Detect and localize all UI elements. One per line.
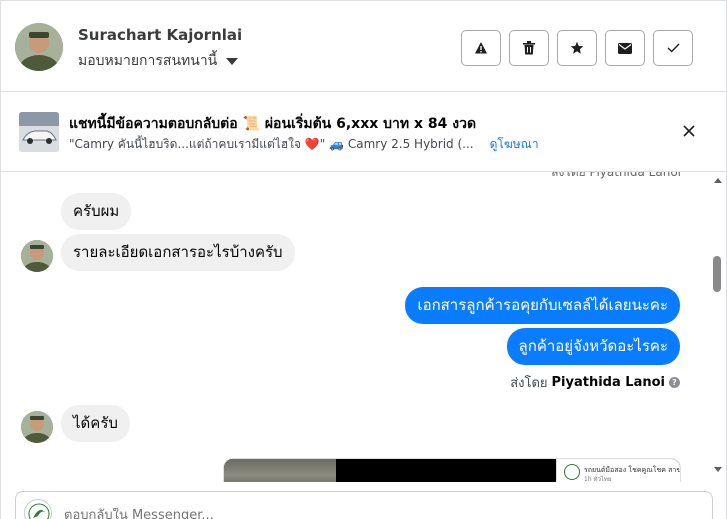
contact-name[interactable]: Surachart Kajornlai [78,26,242,44]
previous-sent-by-meta: ส่งโดย Piyathida Lanoi [551,172,681,179]
mark-unread-button[interactable] [605,30,645,66]
conversation-header: Surachart Kajornlai มอบหมายการสนทนานี้ [1,0,727,92]
media-caption-sub: 1h ทั่วไทย [584,476,612,482]
sent-by-meta: ส่งโดย Piyathida Lanoi ? [510,372,680,393]
conversation-actions [461,30,693,66]
warning-icon [475,42,487,54]
message-thread: ส่งโดย Piyathida Lanoi ครับผม รายละเอียด… [1,172,711,482]
report-button[interactable] [461,30,501,66]
caret-down-icon [226,57,239,65]
mark-done-button[interactable] [653,30,693,66]
delete-button[interactable] [509,30,549,66]
message-bubble-outgoing[interactable]: เอกสารลูกค้ารอคุยกับเซลล์ได้เลยนะคะ [405,287,680,324]
shared-media-attachment[interactable]: รถยนต์มือสอง โชคคูณโชค สาขา... 1h ทั่วไท… [223,458,681,482]
reply-composer [15,491,713,519]
star-button[interactable] [557,30,597,66]
assign-label: มอบหมายการสนทนานี้ [78,53,218,69]
contact-avatar-small [21,240,53,272]
message-input[interactable] [64,508,564,519]
thread-scrollbar[interactable] [709,172,726,482]
media-preview-image [224,459,336,482]
star-icon [570,41,584,54]
message-bubble[interactable]: ได้ครับ [61,405,130,442]
message-bubble[interactable]: รายละเอียดเอกสารอะไรบ้างครับ [61,234,295,271]
message-bubble-outgoing[interactable]: ลูกค้าอยู่จังหวัดอะไรคะ [506,328,680,365]
ad-title: แชทนี้มีข้อความตอบกลับต่อ 📜 ผ่อนเริ่มต้น… [69,116,477,132]
scrollbar-thumb[interactable] [713,256,721,292]
sent-by-name: Piyathida Lanoi [551,375,665,390]
scroll-down-arrow-icon[interactable] [714,467,722,472]
media-source-panel: รถยนต์มือสอง โชคคูณโชค สาขา... 1h ทั่วไท… [556,459,680,482]
close-icon [683,125,695,137]
ad-context-banner: แชทนี้มีข้อความตอบกลับต่อ 📜 ผ่อนเริ่มต้น… [1,92,727,172]
sent-by-prefix: ส่งโดย [510,376,548,391]
ad-subtitle-row: "Camry คันนี้ไฮบริด...แต่ถ้าคบเรามีแต่ไฮ… [69,135,539,154]
scroll-up-arrow-icon[interactable] [714,178,722,183]
trash-icon [523,41,535,55]
checkmark-icon [667,43,680,53]
envelope-icon [618,42,632,54]
page-logo-icon [564,464,580,480]
contact-avatar[interactable] [15,23,63,71]
message-bubble[interactable]: ครับผม [61,193,132,230]
contact-avatar-small [21,411,53,443]
ad-subtitle: "Camry คันนี้ไฮบริด...แต่ถ้าคบเรามีแต่ไฮ… [69,137,474,151]
view-ad-link[interactable]: ดูโฆษณา [490,135,539,154]
close-ad-banner-button[interactable] [680,122,698,140]
inbox-conversation-panel: Surachart Kajornlai มอบหมายการสนทนานี้ แ… [0,0,727,519]
ad-thumbnail[interactable] [19,112,59,152]
info-icon[interactable]: ? [669,377,680,388]
page-avatar [24,499,52,519]
assign-conversation-dropdown[interactable]: มอบหมายการสนทนานี้ [78,50,239,72]
